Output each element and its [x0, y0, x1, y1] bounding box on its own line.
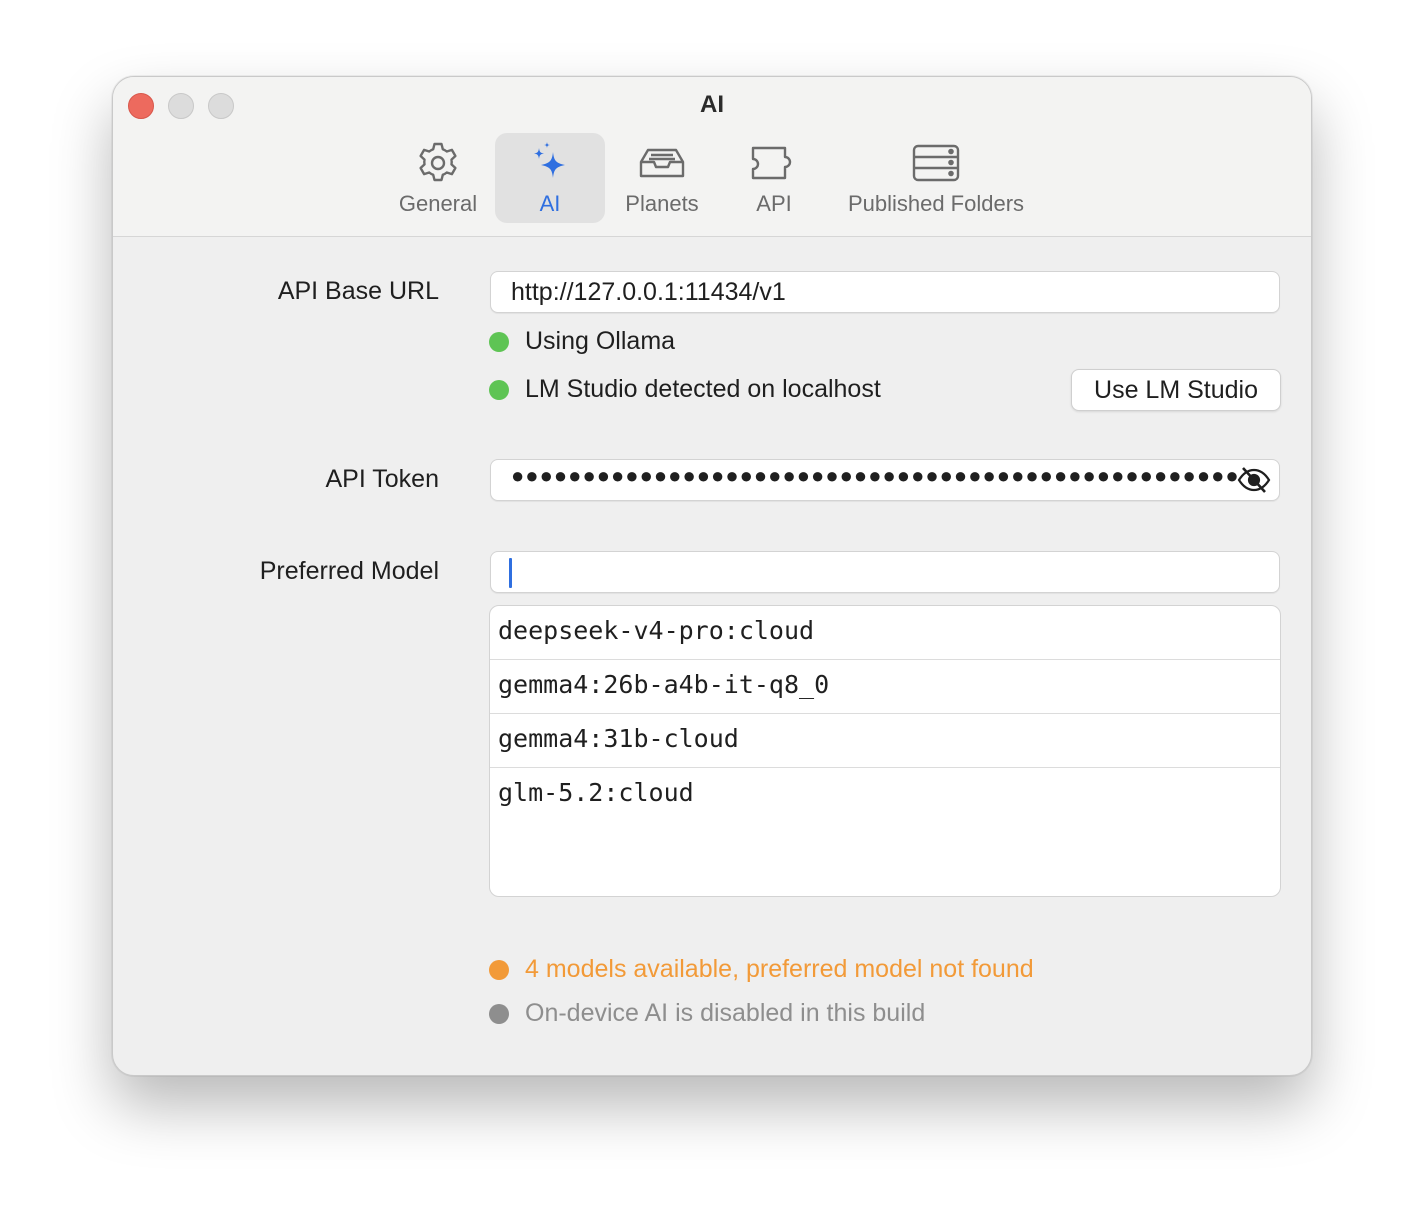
- tab-published-folders[interactable]: Published Folders: [838, 133, 1034, 223]
- model-list-item[interactable]: deepseek-v4-pro:cloud: [490, 606, 1280, 660]
- status-lmstudio-text: LM Studio detected on localhost: [525, 375, 881, 403]
- status-dot-green: [489, 331, 509, 352]
- status-models: 4 models available, preferred model not …: [489, 955, 1034, 984]
- api-token-masked-value: ●●●●●●●●●●●●●●●●●●●●●●●●●●●●●●●●●●●●●●●●…: [511, 463, 1241, 488]
- status-ollama: Using Ollama: [489, 327, 675, 356]
- api-base-url-input[interactable]: [490, 271, 1280, 313]
- api-base-url-label: API Base URL: [277, 277, 439, 305]
- status-ondevice-text: On-device AI is disabled in this build: [525, 999, 926, 1027]
- tray-icon: [637, 139, 687, 187]
- model-list-item[interactable]: gemma4:31b-cloud: [490, 714, 1280, 768]
- window-title: AI: [700, 91, 724, 118]
- status-ollama-text: Using Ollama: [525, 327, 676, 355]
- tab-planets-label: Planets: [625, 191, 699, 216]
- use-lmstudio-button[interactable]: Use LM Studio: [1071, 369, 1281, 411]
- api-token-field[interactable]: ●●●●●●●●●●●●●●●●●●●●●●●●●●●●●●●●●●●●●●●●…: [490, 459, 1280, 501]
- gear-icon: [415, 139, 461, 187]
- model-list-item[interactable]: glm-5.2:cloud: [490, 768, 1280, 822]
- tab-ai-label: AI: [539, 191, 561, 216]
- model-list-item[interactable]: gemma4:26b-a4b-it-q8_0: [490, 660, 1280, 714]
- tab-planets[interactable]: Planets: [612, 133, 712, 223]
- toolbar: AI General AI Planets API Published Fold…: [113, 77, 1311, 237]
- tab-api-label: API: [756, 191, 792, 216]
- status-dot-gray: [489, 1003, 509, 1024]
- tab-ai[interactable]: AI: [495, 133, 605, 223]
- status-models-text: 4 models available, preferred model not …: [525, 955, 1034, 983]
- status-ondevice: On-device AI is disabled in this build: [489, 999, 925, 1028]
- sparkles-icon: [527, 139, 573, 187]
- tab-general-label: General: [398, 191, 478, 216]
- settings-window: AI General AI Planets API Published Fold…: [112, 76, 1312, 1076]
- preferred-model-input[interactable]: [490, 551, 1280, 593]
- status-lmstudio: LM Studio detected on localhost: [489, 375, 881, 404]
- status-dot-orange: [489, 959, 509, 980]
- text-caret: [509, 558, 512, 588]
- tab-api[interactable]: API: [729, 133, 819, 223]
- tab-general[interactable]: General: [386, 133, 490, 223]
- eye-slash-icon[interactable]: [1237, 466, 1271, 501]
- api-token-label: API Token: [325, 465, 439, 493]
- tab-published-folders-label: Published Folders: [847, 191, 1025, 216]
- server-rack-icon: [911, 139, 961, 187]
- puzzle-icon: [749, 139, 799, 187]
- status-dot-green: [489, 379, 509, 400]
- model-list[interactable]: deepseek-v4-pro:cloud gemma4:26b-a4b-it-…: [489, 605, 1281, 897]
- preferred-model-label: Preferred Model: [259, 557, 439, 585]
